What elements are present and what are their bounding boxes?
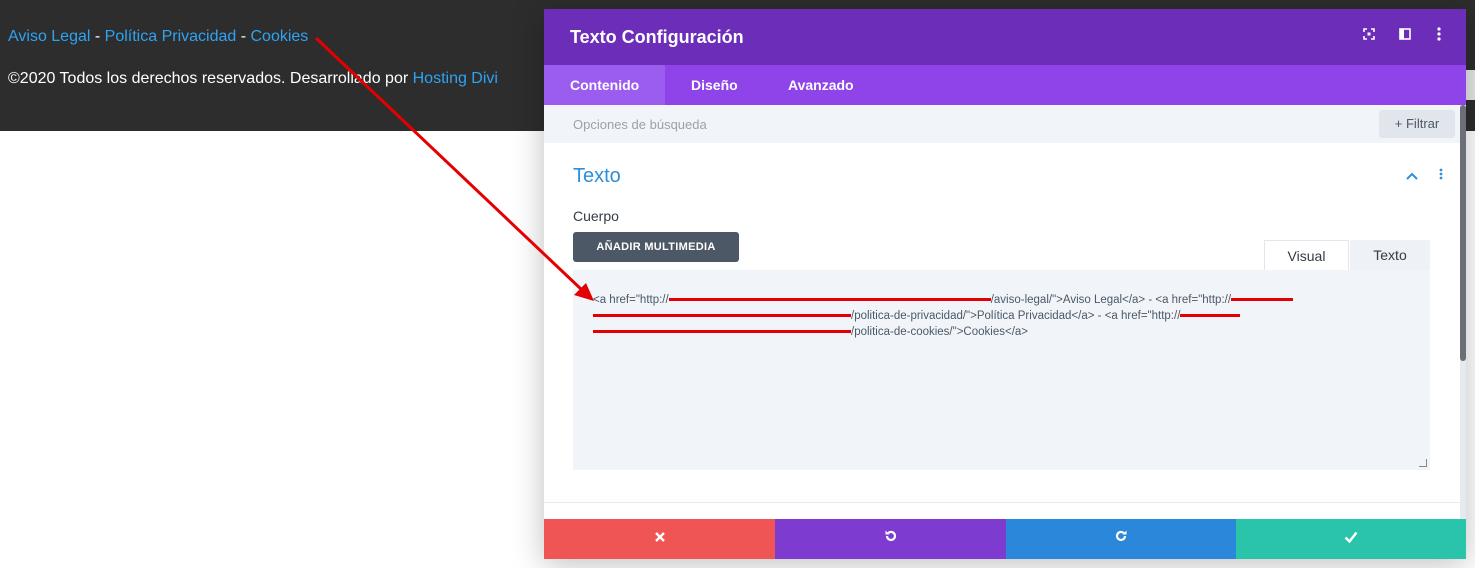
redacted-domain <box>1180 314 1241 318</box>
link-aviso-legal[interactable]: Aviso Legal <box>8 28 90 45</box>
resize-handle[interactable] <box>1419 459 1427 467</box>
editor-tab-texto[interactable]: Texto <box>1350 240 1430 270</box>
modal-tabs: Contenido Diseño Avanzado <box>544 65 1466 105</box>
tab-diseno[interactable]: Diseño <box>665 65 762 105</box>
link-cookies[interactable]: Cookies <box>251 28 309 45</box>
section-title[interactable]: Texto <box>573 165 621 188</box>
expand-icon[interactable] <box>1360 27 1378 45</box>
editor-content: <a href="http:///aviso-legal/">Aviso Leg… <box>593 292 1393 340</box>
section-texto: Texto Cuerpo AÑADIR MULTIMEDIA Visual Te… <box>544 143 1460 519</box>
redacted-domain <box>593 314 851 318</box>
field-label-cuerpo: Cuerpo <box>573 208 619 224</box>
redacted-domain <box>668 298 991 302</box>
link-hosting-divi[interactable]: Hosting Divi <box>413 70 498 87</box>
footer-copyright: ©2020 Todos los derechos reservados. Des… <box>8 70 498 87</box>
check-icon <box>1344 530 1358 547</box>
more-vertical-icon[interactable] <box>1430 27 1448 45</box>
modal-header: Texto Configuración <box>544 9 1466 65</box>
redo-button[interactable] <box>1006 519 1236 559</box>
tab-avanzado[interactable]: Avanzado <box>762 65 880 105</box>
redo-icon <box>1114 530 1128 547</box>
close-icon <box>654 530 666 547</box>
search-bar[interactable]: Opciones de búsqueda + Filtrar <box>544 105 1460 143</box>
redacted-domain <box>593 330 851 334</box>
redacted-domain <box>1231 298 1294 302</box>
search-input[interactable]: Opciones de búsqueda <box>573 117 707 132</box>
section-more-icon[interactable] <box>1439 167 1443 183</box>
add-media-button[interactable]: AÑADIR MULTIMEDIA <box>573 232 739 262</box>
save-button[interactable] <box>1236 519 1466 559</box>
filter-button[interactable]: + Filtrar <box>1379 110 1455 138</box>
cancel-button[interactable] <box>544 519 775 559</box>
undo-button[interactable] <box>775 519 1006 559</box>
tab-contenido[interactable]: Contenido <box>544 65 665 105</box>
scrollbar-thumb[interactable] <box>1460 105 1466 361</box>
undo-icon <box>884 530 898 547</box>
code-editor-textarea[interactable]: <a href="http:///aviso-legal/">Aviso Leg… <box>573 270 1430 470</box>
settings-modal: Texto Configuración Contenido Diseño Ava… <box>544 9 1466 559</box>
chevron-up-icon[interactable] <box>1406 167 1418 183</box>
link-politica-privacidad[interactable]: Política Privacidad <box>105 28 237 45</box>
section-divider <box>544 502 1460 503</box>
footer-links: Aviso Legal - Política Privacidad - Cook… <box>8 28 309 45</box>
editor-tab-visual[interactable]: Visual <box>1264 240 1349 270</box>
split-view-icon[interactable] <box>1396 27 1414 45</box>
modal-action-bar <box>544 519 1466 559</box>
modal-title: Texto Configuración <box>570 27 744 47</box>
